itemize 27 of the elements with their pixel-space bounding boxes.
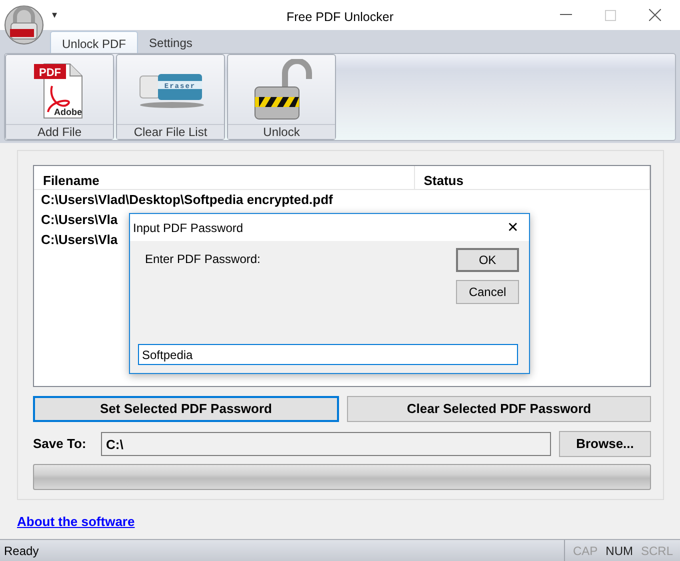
ribbon-button[interactable]: Unlock xyxy=(227,54,336,140)
close-button[interactable]: ✕ xyxy=(507,217,519,238)
password-field[interactable]: Softpedia xyxy=(138,344,518,365)
column-header[interactable]: Filename xyxy=(34,166,415,189)
ribbon-tab[interactable]: Settings xyxy=(138,31,204,53)
quick-access-dropdown[interactable]: ▾ xyxy=(52,8,57,22)
about-link[interactable]: About the software xyxy=(17,514,135,529)
file-row[interactable]: C:\Users\Vlad\Desktop\Softpedia encrypted.pdf xyxy=(34,190,650,210)
column-header[interactable]: Status xyxy=(414,166,650,189)
key-indicator: CAP xyxy=(572,542,599,560)
dialog-button[interactable]: OK xyxy=(456,248,519,272)
action-button[interactable]: Set Selected PDF Password xyxy=(33,396,339,422)
key-indicator: SCRL xyxy=(640,542,674,560)
key-indicator: NUM xyxy=(604,542,634,560)
close-icon[interactable] xyxy=(649,9,661,21)
save-to-label: Save To: xyxy=(33,435,88,454)
save-path-field[interactable]: C:\ xyxy=(101,432,551,456)
action-button[interactable]: Clear Selected PDF Password xyxy=(347,396,651,422)
dialog-button[interactable]: Cancel xyxy=(456,280,519,304)
window-title: Free PDF Unlocker xyxy=(286,9,394,26)
status-text: Ready xyxy=(3,542,39,560)
password-prompt: Enter PDF Password: xyxy=(145,251,260,268)
ribbon-tab[interactable]: Unlock PDF xyxy=(50,31,138,53)
minimize-icon[interactable] xyxy=(560,14,572,16)
dialog-title: Input PDF Password xyxy=(133,220,244,236)
ribbon-button[interactable]: PDF Adobe Add File xyxy=(5,54,114,140)
browse-button[interactable]: Browse... xyxy=(559,431,651,457)
